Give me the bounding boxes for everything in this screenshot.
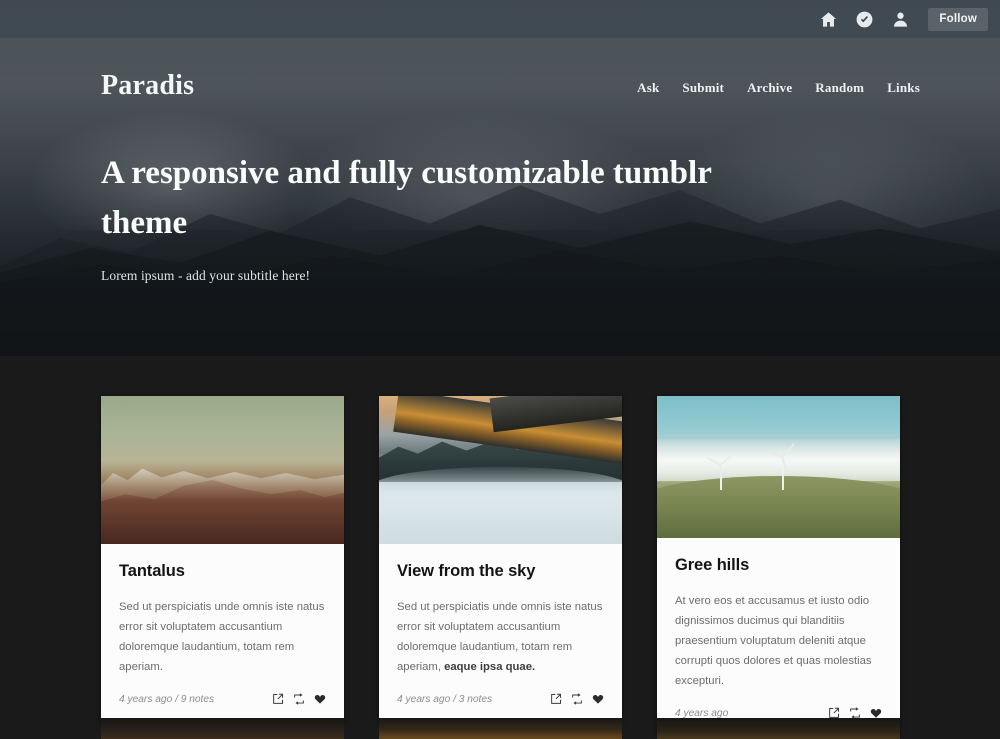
post-photo-gree-hills[interactable] bbox=[657, 396, 900, 538]
post-footer: 4 years ago / 9 notes bbox=[101, 677, 344, 722]
post-body: View from the sky Sed ut perspiciatis un… bbox=[379, 544, 622, 677]
nav-item-submit[interactable]: Submit bbox=[682, 80, 724, 96]
wind-turbine-icon bbox=[764, 442, 795, 490]
wind-turbine-icon bbox=[707, 455, 732, 490]
post-meta-date: 4 years ago / 3 notes bbox=[397, 693, 493, 705]
nav-item-links[interactable]: Links bbox=[887, 80, 920, 96]
post-actions bbox=[550, 693, 604, 705]
share-icon[interactable] bbox=[272, 693, 284, 705]
tumblr-top-bar: Follow bbox=[0, 0, 1000, 38]
post-photo-tantalus[interactable] bbox=[101, 396, 344, 544]
site-title[interactable]: Paradis bbox=[101, 70, 194, 102]
post-meta-date: 4 years ago / 9 notes bbox=[119, 693, 215, 705]
next-posts-peek bbox=[101, 718, 901, 739]
post-card[interactable]: View from the sky Sed ut perspiciatis un… bbox=[379, 396, 622, 722]
post-body: Gree hills At vero eos et accusamus et i… bbox=[657, 538, 900, 691]
post-text-emphasis: eaque ipsa quae. bbox=[444, 661, 536, 673]
post-actions bbox=[272, 693, 326, 705]
photo-cloud-layer bbox=[379, 467, 622, 544]
hero-banner: Paradis Ask Submit Archive Random Links … bbox=[0, 0, 1000, 356]
post-footer: 4 years ago / 3 notes bbox=[379, 677, 622, 722]
post-text-plain: Sed ut perspiciatis unde omnis iste natu… bbox=[119, 601, 325, 673]
heart-icon[interactable] bbox=[314, 693, 326, 705]
photo-cloud-band bbox=[657, 438, 900, 482]
post-body: Tantalus Sed ut perspiciatis unde omnis … bbox=[101, 544, 344, 677]
compose-icon[interactable] bbox=[854, 9, 874, 29]
post-meta-date: 4 years ago bbox=[675, 707, 729, 719]
next-post-photo bbox=[379, 718, 622, 739]
reblog-icon[interactable] bbox=[293, 693, 305, 705]
post-card[interactable]: Gree hills At vero eos et accusamus et i… bbox=[657, 396, 900, 736]
follow-button[interactable]: Follow bbox=[928, 7, 988, 31]
post-text: At vero eos et accusamus et iusto odio d… bbox=[675, 591, 882, 691]
post-title[interactable]: Gree hills bbox=[675, 556, 882, 575]
post-text: Sed ut perspiciatis unde omnis iste natu… bbox=[119, 597, 326, 677]
heart-icon[interactable] bbox=[592, 693, 604, 705]
post-grid: Tantalus Sed ut perspiciatis unde omnis … bbox=[101, 396, 901, 736]
main-navigation: Ask Submit Archive Random Links bbox=[637, 80, 920, 96]
nav-item-archive[interactable]: Archive bbox=[747, 80, 792, 96]
share-icon[interactable] bbox=[550, 693, 562, 705]
nav-item-ask[interactable]: Ask bbox=[637, 80, 659, 96]
next-post-photo bbox=[101, 718, 344, 739]
nav-item-random[interactable]: Random bbox=[815, 80, 864, 96]
next-post-photo bbox=[657, 718, 900, 739]
turbine-blade bbox=[719, 464, 723, 480]
home-icon[interactable] bbox=[818, 9, 838, 29]
account-icon[interactable] bbox=[890, 9, 910, 29]
reblog-icon[interactable] bbox=[571, 693, 583, 705]
post-title[interactable]: Tantalus bbox=[119, 562, 326, 581]
hero-content: Paradis Ask Submit Archive Random Links … bbox=[100, 0, 920, 356]
hero-subtitle: Lorem ipsum - add your subtitle here! bbox=[101, 268, 311, 283]
photo-green-hill bbox=[657, 475, 900, 538]
post-title[interactable]: View from the sky bbox=[397, 562, 604, 581]
hero-headline: A responsive and fully customizable tumb… bbox=[101, 155, 712, 241]
post-text: Sed ut perspiciatis unde omnis iste natu… bbox=[397, 597, 604, 677]
post-text-plain: At vero eos et accusamus et iusto odio d… bbox=[675, 595, 872, 687]
post-card[interactable]: Tantalus Sed ut perspiciatis unde omnis … bbox=[101, 396, 344, 722]
post-photo-view-from-the-sky[interactable] bbox=[379, 396, 622, 544]
